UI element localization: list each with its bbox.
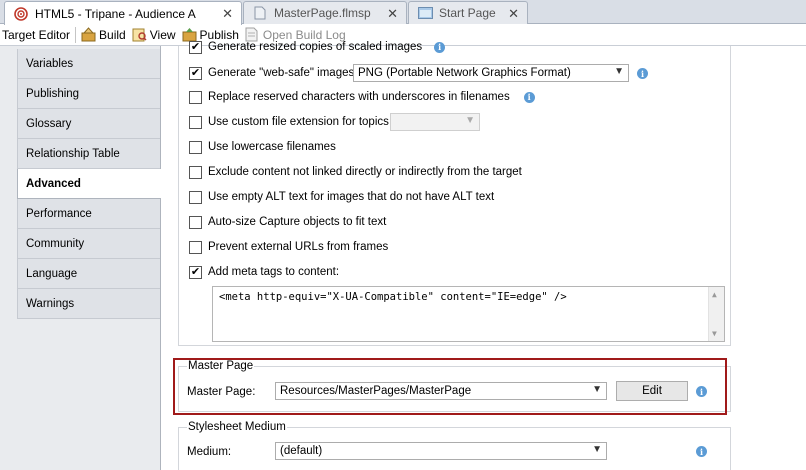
close-icon[interactable]: ✕ [508, 6, 519, 22]
nav-item-warnings[interactable]: Warnings [17, 289, 160, 319]
nav-item-label: Warnings [26, 297, 75, 310]
close-icon[interactable]: ✕ [387, 6, 398, 22]
close-icon[interactable]: ✕ [222, 6, 233, 22]
nav-item-label: Glossary [26, 117, 72, 130]
scroll-up-icon[interactable]: ▲ [712, 290, 717, 299]
tab-label: Start Page [439, 6, 496, 20]
exclude-unlinked-checkbox[interactable] [189, 165, 202, 179]
select-value: (default) [280, 445, 323, 457]
nav-item-label: Relationship Table [26, 147, 120, 160]
option-label: Auto-size Capture objects to fit text [208, 216, 387, 228]
nav-item-relationship-table[interactable]: Relationship Table [17, 139, 160, 169]
lowercase-checkbox[interactable] [189, 140, 202, 154]
medium-label: Medium: [187, 446, 232, 458]
option-label: Use custom file extension for topics [208, 116, 389, 128]
option-prevent-frames: Prevent external URLs from frames [189, 237, 388, 257]
nav-item-variables[interactable]: Variables [17, 49, 160, 79]
nav-item-label: Performance [26, 207, 92, 220]
meta-tags-checkbox[interactable]: ✔ [189, 265, 202, 279]
chevron-down-icon: ▼ [465, 115, 475, 126]
option-label: Prevent external URLs from frames [208, 241, 389, 253]
web-safe-format-select[interactable]: PNG (Portable Network Graphics Format) ▼ [353, 64, 629, 82]
chevron-down-icon: ▼ [614, 66, 624, 77]
option-label: Generate resized copies of scaled images [208, 41, 423, 53]
chevron-down-icon: ▼ [592, 444, 602, 455]
web-safe-checkbox[interactable]: ✔ [189, 66, 202, 80]
nav-item-glossary[interactable]: Glossary [17, 109, 160, 139]
info-icon[interactable]: i [434, 41, 446, 53]
custom-extension-select[interactable]: ▼ [390, 113, 480, 131]
group-title: Stylesheet Medium [187, 421, 287, 433]
view-icon [132, 27, 147, 42]
option-label: Replace reserved characters with undersc… [208, 91, 510, 103]
stylesheet-medium-group: Stylesheet Medium Medium: (default) ▼ i [178, 421, 731, 470]
tab-label: MasterPage.flmsp [274, 6, 371, 20]
custom-extension-checkbox[interactable] [189, 115, 202, 129]
option-label: Add meta tags to content: [208, 266, 340, 278]
info-icon[interactable]: i [523, 91, 535, 103]
option-empty-alt: Use empty ALT text for images that do no… [189, 187, 494, 207]
nav-item-label: Language [26, 267, 78, 280]
scroll-down-icon[interactable]: ▼ [712, 329, 717, 338]
tab-masterpage[interactable]: MasterPage.flmsp ✕ [243, 1, 407, 24]
build-label: Build [99, 27, 126, 42]
option-label: Generate "web-safe" images [208, 67, 355, 79]
option-label: Exclude content not linked directly or i… [208, 166, 522, 178]
info-icon[interactable]: i [637, 68, 648, 79]
tab-start-page[interactable]: Start Page ✕ [408, 1, 528, 24]
info-icon[interactable]: i [696, 446, 707, 457]
prevent-frames-checkbox[interactable] [189, 240, 202, 254]
nav-item-label: Advanced [26, 177, 81, 190]
option-autosize-capture: Auto-size Capture objects to fit text [189, 212, 386, 232]
generate-resized-checkbox[interactable]: ✔ [189, 40, 202, 54]
view-label: View [149, 27, 176, 42]
toolbar-separator [75, 26, 77, 43]
nav-item-performance[interactable]: Performance [17, 199, 160, 229]
autosize-capture-checkbox[interactable] [189, 215, 202, 229]
option-replace-reserved: Replace reserved characters with undersc… [189, 87, 535, 107]
target-settings-nav: Variables Publishing Glossary Relationsh… [0, 46, 161, 470]
nav-item-community[interactable]: Community [17, 229, 160, 259]
option-generate-resized: ✔ Generate resized copies of scaled imag… [189, 37, 446, 57]
option-meta-tags: ✔ Add meta tags to content: [189, 262, 339, 282]
nav-item-label: Publishing [26, 87, 80, 100]
meta-tags-textarea[interactable]: <meta http-equiv="X-UA-Compatible" conte… [212, 286, 725, 342]
target-editor-text: Target Editor [2, 27, 71, 42]
replace-reserved-checkbox[interactable] [189, 90, 202, 104]
option-web-safe: ✔ Generate "web-safe" images [189, 63, 354, 83]
option-label: Use lowercase filenames [208, 141, 336, 153]
option-label: Use empty ALT text for images that do no… [208, 191, 495, 203]
nav-item-advanced[interactable]: Advanced [17, 169, 161, 199]
tab-html5-target[interactable]: HTML5 - Tripane - Audience A ✕ [4, 1, 242, 25]
meta-tags-value: <meta http-equiv="X-UA-Compatible" conte… [219, 291, 567, 303]
build-icon [81, 27, 96, 42]
target-icon [13, 6, 29, 22]
build-button[interactable]: Build [78, 24, 129, 46]
medium-select[interactable]: (default) ▼ [275, 442, 607, 460]
nav-item-language[interactable]: Language [17, 259, 160, 289]
view-button[interactable]: View [129, 24, 179, 46]
file-icon [252, 5, 268, 21]
master-page-highlight [173, 358, 727, 415]
select-value: PNG (Portable Network Graphics Format) [358, 67, 571, 79]
option-lowercase: Use lowercase filenames [189, 137, 336, 157]
option-exclude-unlinked: Exclude content not linked directly or i… [189, 162, 522, 182]
option-custom-extension: Use custom file extension for topics [189, 112, 389, 132]
nav-item-publishing[interactable]: Publishing [17, 79, 160, 109]
nav-item-label: Community [26, 237, 85, 250]
output-options-group: ✔ Generate resized copies of scaled imag… [178, 40, 731, 346]
start-page-icon [417, 5, 433, 21]
document-tab-strip: HTML5 - Tripane - Audience A ✕ MasterPag… [0, 0, 806, 25]
empty-alt-checkbox[interactable] [189, 190, 202, 204]
nav-item-label: Variables [26, 57, 74, 70]
tab-label: HTML5 - Tripane - Audience A [35, 6, 196, 21]
textarea-scrollbar[interactable]: ▲ ▼ [708, 287, 724, 341]
target-editor-label: Target Editor [0, 24, 73, 46]
